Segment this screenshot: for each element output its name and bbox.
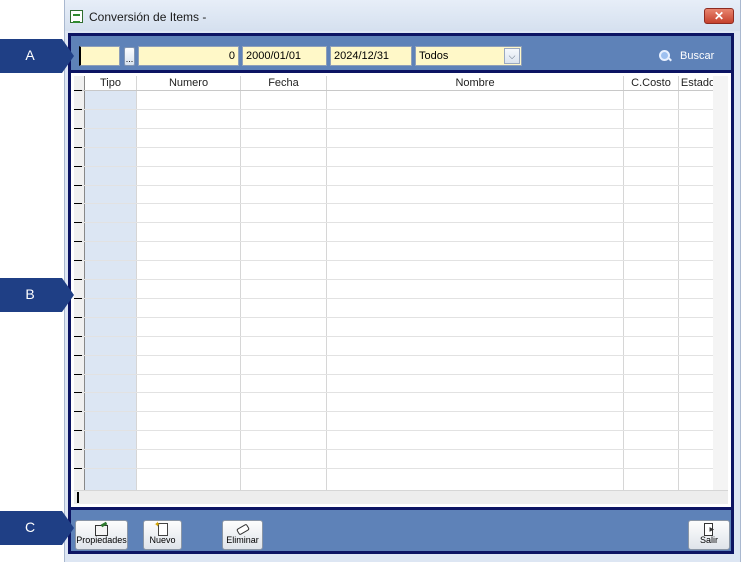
table-row[interactable] [74,203,713,222]
row-marker [74,449,82,451]
row-marker [74,335,82,337]
table-row[interactable] [74,392,713,411]
column-header-tipo[interactable]: Tipo [85,77,136,90]
table-row[interactable] [74,468,713,487]
row-marker [74,165,82,167]
table-row[interactable] [74,241,713,260]
table-row[interactable] [74,411,713,430]
callout-c-label: C [24,519,36,535]
exit-icon [703,523,716,536]
table-row[interactable] [74,335,713,355]
row-marker [74,316,82,318]
row-marker [74,241,82,243]
table-row[interactable] [74,127,713,147]
status-select[interactable]: Todos ⌵ [415,46,522,66]
table-row[interactable] [74,184,713,204]
action-toolbar: Propiedades Nuevo Eliminar Salir [68,507,734,554]
new-label: Nuevo [149,535,176,545]
chevron-down-icon[interactable]: ⌵ [504,48,520,64]
row-marker [74,90,82,91]
table-row[interactable] [74,354,713,374]
eraser-icon [236,523,249,535]
search-label: Buscar [680,50,715,62]
row-marker [74,146,82,148]
code-input[interactable] [79,46,120,66]
delete-label: Eliminar [226,535,259,545]
row-marker [74,430,82,432]
callout-a: A [0,39,74,73]
properties-label: Propiedades [76,535,127,545]
column-header-nombre[interactable]: Nombre [327,77,623,90]
table-row[interactable] [74,90,713,109]
date-to-input[interactable]: 2024/12/31 [330,46,412,66]
search-button[interactable]: Buscar [659,47,714,65]
grid-body: Tipo Numero Fecha Nombre C.Costo Estado [71,73,731,507]
row-marker [74,373,82,375]
row-marker [74,260,82,262]
callout-b: B [0,278,74,312]
window-title: Conversión de Items - [89,10,207,24]
column-header-numero[interactable]: Numero [137,77,240,90]
exit-label: Salir [699,535,718,545]
row-marker [74,203,82,205]
table-row[interactable] [74,316,713,336]
callout-a-label: A [25,47,35,63]
items-grid: Tipo Numero Fecha Nombre C.Costo Estado [68,73,734,507]
app-icon [70,10,83,23]
table-row[interactable] [74,108,713,128]
row-marker [74,108,82,110]
table-row[interactable] [74,260,713,279]
status-select-value: Todos [419,50,449,62]
row-marker [74,392,82,394]
callout-b-label: B [25,286,35,302]
row-marker [74,279,82,280]
table-row[interactable] [74,146,713,166]
row-marker [74,222,82,224]
table-row[interactable] [74,222,713,241]
vertical-scrollbar[interactable] [713,76,728,491]
date-from-input[interactable]: 2000/01/01 [242,46,327,66]
table-row[interactable] [74,297,713,317]
row-marker [74,127,82,129]
properties-icon [95,523,108,536]
column-header-ccosto[interactable]: C.Costo [624,77,678,90]
number-input[interactable]: 0 [138,46,239,66]
filter-bar: ... 0 2000/01/01 2024/12/31 Todos ⌵ Busc… [68,33,734,73]
exit-button[interactable]: Salir [688,520,730,550]
table-row[interactable] [74,279,713,298]
column-header-estado[interactable]: Estado [679,77,717,90]
horizontal-scrollbar[interactable] [74,490,728,504]
callout-c: C [0,511,74,545]
search-icon [659,50,671,62]
new-button[interactable]: Nuevo [143,520,182,550]
delete-button[interactable]: Eliminar [222,520,263,550]
properties-button[interactable]: Propiedades [75,520,128,550]
row-marker [74,354,82,356]
table-row[interactable] [74,449,713,468]
table-row[interactable] [74,373,713,393]
close-button[interactable]: ✕ [704,8,734,24]
lookup-button[interactable]: ... [124,47,135,66]
row-marker [74,468,82,469]
row-marker [74,184,82,186]
new-icon [154,520,169,536]
row-marker [74,297,82,299]
table-row[interactable] [74,165,713,185]
title-bar: Conversión de Items - ✕ [65,0,740,31]
table-row[interactable] [74,430,713,449]
row-marker [74,411,82,413]
column-header-fecha[interactable]: Fecha [241,77,326,90]
